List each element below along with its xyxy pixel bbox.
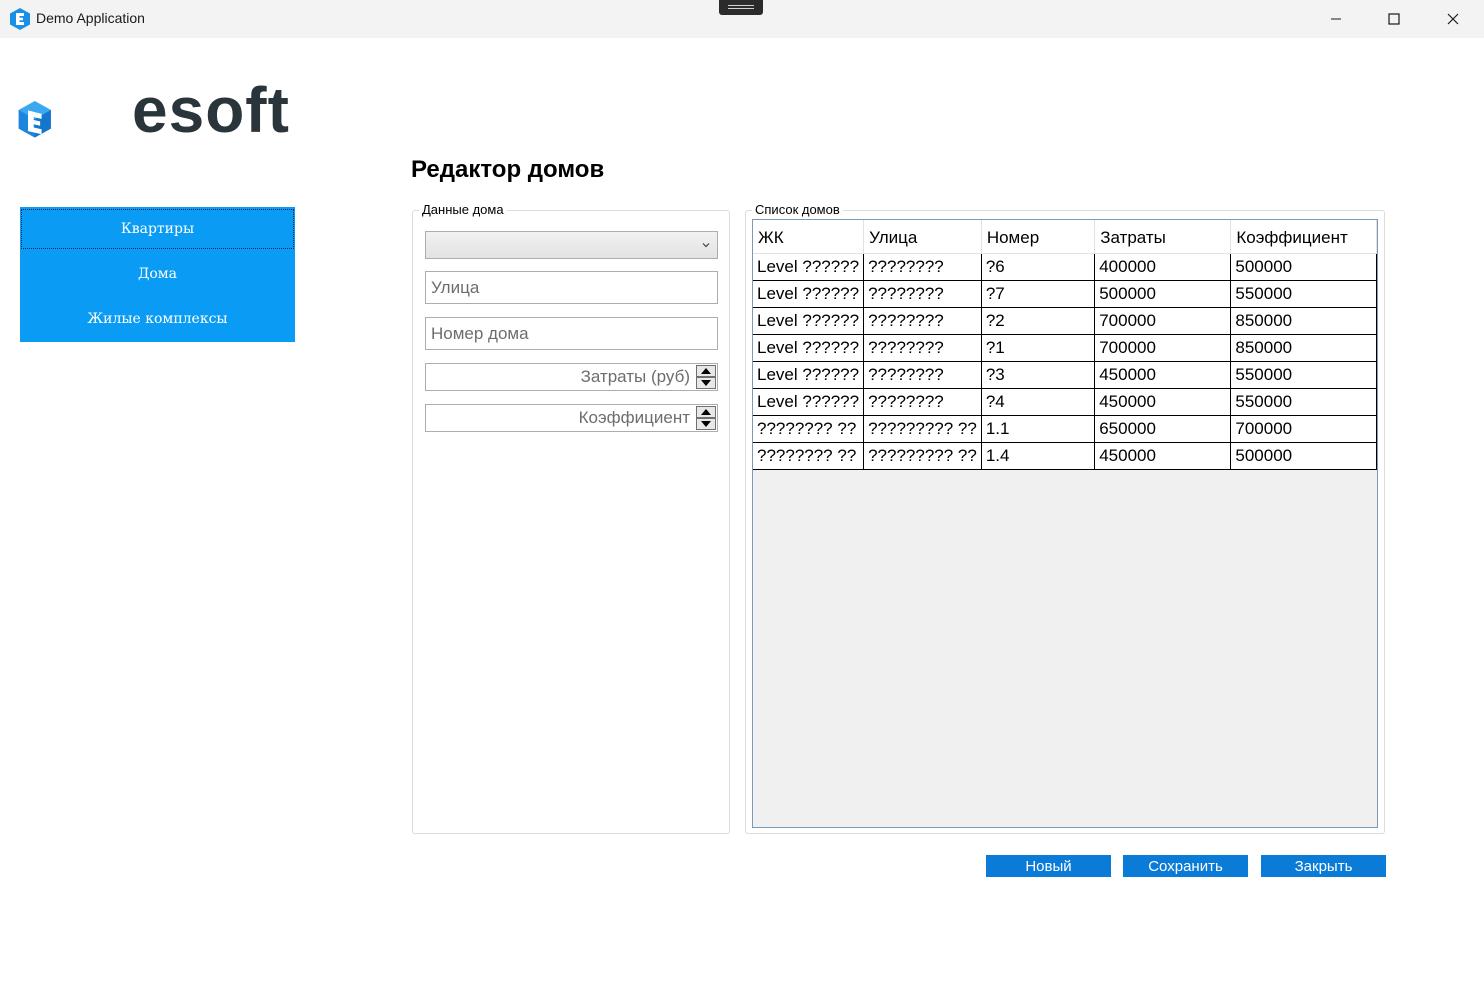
minimize-icon [1331,18,1341,20]
esoft-e-icon [10,8,30,30]
table-cell[interactable]: 700000 [1094,334,1232,362]
table-cell[interactable]: ???????? ?? [753,442,865,470]
nav-item-apartments[interactable]: Квартиры [20,208,295,250]
minimize-button[interactable] [1307,0,1365,38]
table-cell[interactable]: 550000 [1230,388,1377,416]
table-cell[interactable]: Level ?????? [753,280,865,308]
window-title: Demo Application [36,10,145,26]
triangle-down-icon [701,421,711,427]
table-cell[interactable]: ???????? [863,388,982,416]
table-cell[interactable]: ???????? [863,361,982,389]
costs-placeholder: Затраты (руб) [580,367,690,386]
column-header-coefficient[interactable]: Коэффициент [1230,220,1377,254]
triangle-down-icon [701,380,711,386]
coefficient-spinner [696,406,716,430]
table-row[interactable]: ???????? ?? ????????? ?? 1.4 450000 5000… [753,442,1377,470]
table-cell[interactable]: 650000 [1094,415,1232,443]
table-cell[interactable]: 500000 [1230,253,1377,281]
table-cell[interactable]: 450000 [1094,442,1232,470]
page-title: Редактор домов [411,156,605,183]
costs-increment-button[interactable] [696,365,716,377]
table-cell[interactable]: 550000 [1230,361,1377,389]
table-cell[interactable]: 850000 [1230,307,1377,335]
table-row[interactable]: Level ?????? ???????? ?4 450000 550000 [753,388,1377,416]
table-cell[interactable]: ?3 [980,361,1096,389]
houses-grid[interactable]: ЖК Улица Номер Затраты Коэффициент Level… [752,219,1378,828]
coefficient-stepper[interactable]: Коэффициент [425,404,718,432]
table-cell[interactable]: ???????? [863,280,982,308]
table-row[interactable]: Level ?????? ???????? ?6 400000 500000 [753,253,1377,281]
table-cell[interactable]: ?1 [980,334,1096,362]
column-header-complex[interactable]: ЖК [753,220,865,254]
nav-item-houses[interactable]: Дома [20,253,295,295]
coefficient-placeholder: Коэффициент [578,408,690,427]
column-header-costs[interactable]: Затраты [1094,220,1232,254]
table-cell[interactable]: 850000 [1230,334,1377,362]
table-cell[interactable]: 1.4 [980,442,1096,470]
table-cell[interactable]: ???????? ?? [753,415,865,443]
costs-decrement-button[interactable] [696,377,716,389]
close-icon [1447,13,1459,25]
column-header-street[interactable]: Улица [863,220,982,254]
table-cell[interactable]: 700000 [1230,415,1377,443]
save-button[interactable]: Сохранить [1123,855,1248,877]
coefficient-decrement-button[interactable] [696,418,716,430]
close-button[interactable]: Закрыть [1261,855,1386,877]
table-cell[interactable]: ???????? [863,253,982,281]
new-button[interactable]: Новый [986,855,1111,877]
table-cell[interactable]: 450000 [1094,388,1232,416]
table-cell[interactable]: 450000 [1094,361,1232,389]
table-cell[interactable]: Level ?????? [753,253,865,281]
table-cell[interactable]: 700000 [1094,307,1232,335]
maximize-icon [1388,13,1400,25]
costs-spinner [696,365,716,389]
table-cell[interactable]: 400000 [1094,253,1232,281]
table-cell[interactable]: ?7 [980,280,1096,308]
snap-handle[interactable] [719,0,763,15]
table-cell[interactable]: 500000 [1230,442,1377,470]
table-cell[interactable]: ????????? ?? [863,415,982,443]
table-cell[interactable]: Level ?????? [753,334,865,362]
logo-wordmark: esoft [132,74,290,146]
table-row[interactable]: Level ?????? ???????? ?1 700000 850000 [753,334,1377,362]
column-header-number[interactable]: Номер [981,220,1096,254]
complex-select[interactable] [425,231,718,259]
table-row[interactable]: ???????? ?? ????????? ?? 1.1 650000 7000… [753,415,1377,443]
costs-stepper[interactable]: Затраты (руб) [425,363,718,391]
table-cell[interactable]: 1.1 [980,415,1096,443]
table-cell[interactable]: ?2 [980,307,1096,335]
table-cell[interactable]: Level ?????? [753,388,865,416]
table-cell[interactable]: Level ?????? [753,307,865,335]
sidebar-nav: Квартиры Дома Жилые комплексы [20,207,295,342]
table-cell[interactable]: ?6 [980,253,1096,281]
table-cell[interactable]: ???????? [863,334,982,362]
table-row[interactable]: Level ?????? ???????? ?3 450000 550000 [753,361,1377,389]
street-input[interactable]: Улица [425,271,718,304]
maximize-button[interactable] [1365,0,1423,38]
coefficient-increment-button[interactable] [696,406,716,418]
window-titlebar[interactable]: Demo Application [0,0,1484,38]
table-cell[interactable]: ???????? [863,307,982,335]
house-number-input[interactable]: Номер дома [425,317,718,350]
table-cell[interactable]: ????????? ?? [863,442,982,470]
table-row[interactable]: Level ?????? ???????? ?7 500000 550000 [753,280,1377,308]
chevron-down-icon [702,243,710,248]
close-window-button[interactable] [1424,0,1482,38]
table-cell[interactable]: ?4 [980,388,1096,416]
table-cell[interactable]: 550000 [1230,280,1377,308]
table-row[interactable]: Level ?????? ???????? ?2 700000 850000 [753,307,1377,335]
house-list-group-label: Список домов [752,202,843,217]
esoft-logo-icon [18,101,51,138]
table-cell[interactable]: Level ?????? [753,361,865,389]
house-data-group-label: Данные дома [419,202,507,217]
triangle-up-icon [701,368,711,374]
houses-table: ЖК Улица Номер Затраты Коэффициент Level… [753,220,1377,470]
table-header-row: ЖК Улица Номер Затраты Коэффициент [753,220,1377,254]
nav-item-residential-complexes[interactable]: Жилые комплексы [20,298,295,340]
table-cell[interactable]: 500000 [1094,280,1232,308]
triangle-up-icon [701,409,711,415]
